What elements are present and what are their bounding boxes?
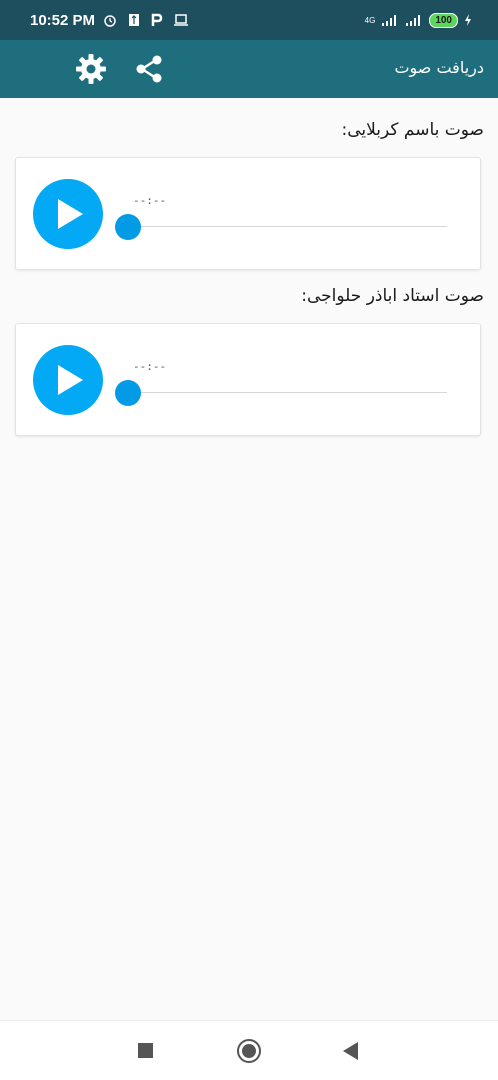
alarm-icon xyxy=(104,15,116,27)
signal-icon xyxy=(382,15,397,26)
track-label: صوت باسم کربلایی: xyxy=(341,120,484,140)
navigation-bar xyxy=(0,1020,498,1080)
track-label: صوت استاد اباذر حلواجی: xyxy=(301,286,484,306)
status-icons-left xyxy=(103,13,189,27)
play-icon xyxy=(58,199,83,229)
app-title: دریافت صوت xyxy=(394,58,484,77)
home-button[interactable] xyxy=(237,1039,261,1063)
play-button[interactable] xyxy=(33,179,103,249)
status-icons-right: 4G 100 xyxy=(364,12,472,28)
signal-icon xyxy=(406,15,421,26)
charging-icon xyxy=(465,14,471,26)
share-icon[interactable] xyxy=(133,53,165,85)
p-icon xyxy=(151,13,163,26)
seek-bar-track[interactable] xyxy=(128,226,447,227)
seek-bar-thumb[interactable] xyxy=(115,380,141,406)
status-bar: 10:52 PM 4G 100 xyxy=(0,0,498,40)
status-time: 10:52 PM xyxy=(30,11,96,29)
play-icon xyxy=(58,365,83,395)
settings-icon[interactable] xyxy=(74,52,108,86)
time-label: --:-- xyxy=(133,360,167,373)
audio-player-card: --:-- xyxy=(15,157,481,270)
network-type: 4G xyxy=(364,15,376,25)
battery-icon: 100 xyxy=(429,12,458,28)
recents-button[interactable] xyxy=(138,1043,153,1058)
time-label: --:-- xyxy=(133,194,167,207)
app-bar: دریافت صوت xyxy=(0,40,498,98)
play-button[interactable] xyxy=(33,345,103,415)
seek-bar-thumb[interactable] xyxy=(115,214,141,240)
back-button[interactable] xyxy=(343,1042,358,1060)
usb-icon xyxy=(129,14,140,26)
seek-bar-track[interactable] xyxy=(128,392,447,393)
audio-player-card: --:-- xyxy=(15,323,481,436)
laptop-icon xyxy=(174,14,189,26)
